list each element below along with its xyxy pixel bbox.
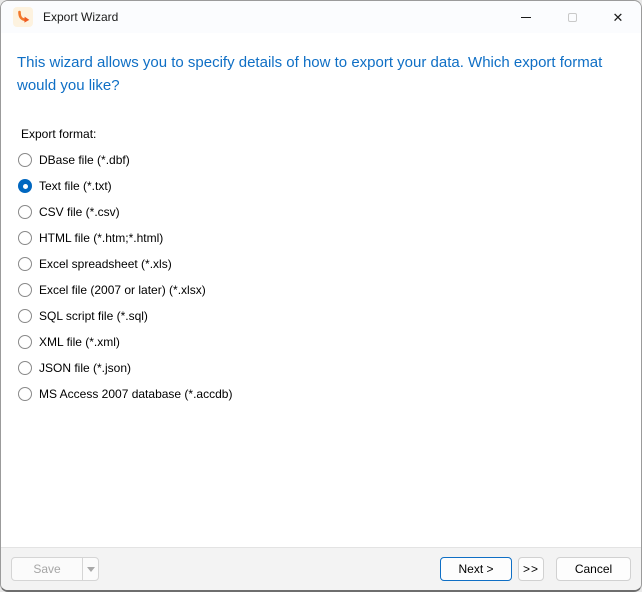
- wizard-description: This wizard allows you to specify detail…: [17, 54, 603, 94]
- radio-unselected-icon[interactable]: [18, 231, 32, 245]
- skip-to-end-button[interactable]: >>: [518, 557, 544, 581]
- radio-option-label: Text file (*.txt): [39, 179, 112, 193]
- save-dropdown-arrow-icon[interactable]: [82, 558, 98, 580]
- radio-option[interactable]: DBase file (*.dbf): [18, 147, 625, 173]
- save-split-button: Save: [11, 557, 99, 581]
- radio-option[interactable]: Excel file (2007 or later) (*.xlsx): [18, 277, 625, 303]
- export-wizard-app-icon: [13, 7, 33, 27]
- radio-unselected-icon[interactable]: [18, 309, 32, 323]
- radio-unselected-icon[interactable]: [18, 205, 32, 219]
- format-options-list: DBase file (*.dbf) Text file (*.txt) CSV f…: [18, 147, 625, 407]
- radio-option-label: JSON file (*.json): [39, 361, 132, 375]
- radio-option-label: SQL script file (*.sql): [39, 309, 148, 323]
- titlebar: Export Wizard ✕: [1, 1, 641, 33]
- radio-option-label: MS Access 2007 database (*.accdb): [39, 387, 233, 401]
- cancel-button[interactable]: Cancel: [556, 557, 631, 581]
- close-button[interactable]: ✕: [595, 1, 641, 33]
- radio-unselected-icon[interactable]: [18, 153, 32, 167]
- radio-selected-icon[interactable]: [18, 179, 32, 193]
- maximize-button[interactable]: [549, 1, 595, 33]
- wizard-content: This wizard allows you to specify detail…: [1, 33, 641, 547]
- radio-option-label: CSV file (*.csv): [39, 205, 120, 219]
- export-wizard-window: Export Wizard ✕ This wizard allows you t…: [0, 0, 642, 592]
- radio-option-label: DBase file (*.dbf): [39, 153, 130, 167]
- radio-option[interactable]: Text file (*.txt): [18, 173, 625, 199]
- radio-unselected-icon[interactable]: [18, 335, 32, 349]
- export-format-label: Export format:: [21, 127, 97, 141]
- radio-option[interactable]: HTML file (*.htm;*.html): [18, 225, 625, 251]
- radio-unselected-icon[interactable]: [18, 257, 32, 271]
- radio-option[interactable]: JSON file (*.json): [18, 355, 625, 381]
- radio-option[interactable]: SQL script file (*.sql): [18, 303, 625, 329]
- radio-option[interactable]: XML file (*.xml): [18, 329, 625, 355]
- radio-option[interactable]: CSV file (*.csv): [18, 199, 625, 225]
- footer-actions: Next > >> Cancel: [440, 557, 631, 581]
- radio-option-label: XML file (*.xml): [39, 335, 120, 349]
- window-title: Export Wizard: [43, 10, 119, 24]
- radio-option-label: Excel file (2007 or later) (*.xlsx): [39, 283, 206, 297]
- save-button[interactable]: Save: [12, 558, 82, 580]
- window-controls: ✕: [503, 1, 641, 33]
- maximize-icon: [567, 12, 577, 22]
- radio-unselected-icon[interactable]: [18, 283, 32, 297]
- footer-bar: Save Next > >> Cancel: [1, 547, 641, 590]
- minimize-icon: [521, 16, 531, 18]
- radio-option[interactable]: Excel spreadsheet (*.xls): [18, 251, 625, 277]
- minimize-button[interactable]: [503, 1, 549, 33]
- close-icon: ✕: [612, 9, 624, 25]
- radio-option-label: Excel spreadsheet (*.xls): [39, 257, 172, 271]
- radio-option-label: HTML file (*.htm;*.html): [39, 231, 164, 245]
- radio-option[interactable]: MS Access 2007 database (*.accdb): [18, 381, 625, 407]
- next-button[interactable]: Next >: [440, 557, 512, 581]
- radio-unselected-icon[interactable]: [18, 361, 32, 375]
- radio-unselected-icon[interactable]: [18, 387, 32, 401]
